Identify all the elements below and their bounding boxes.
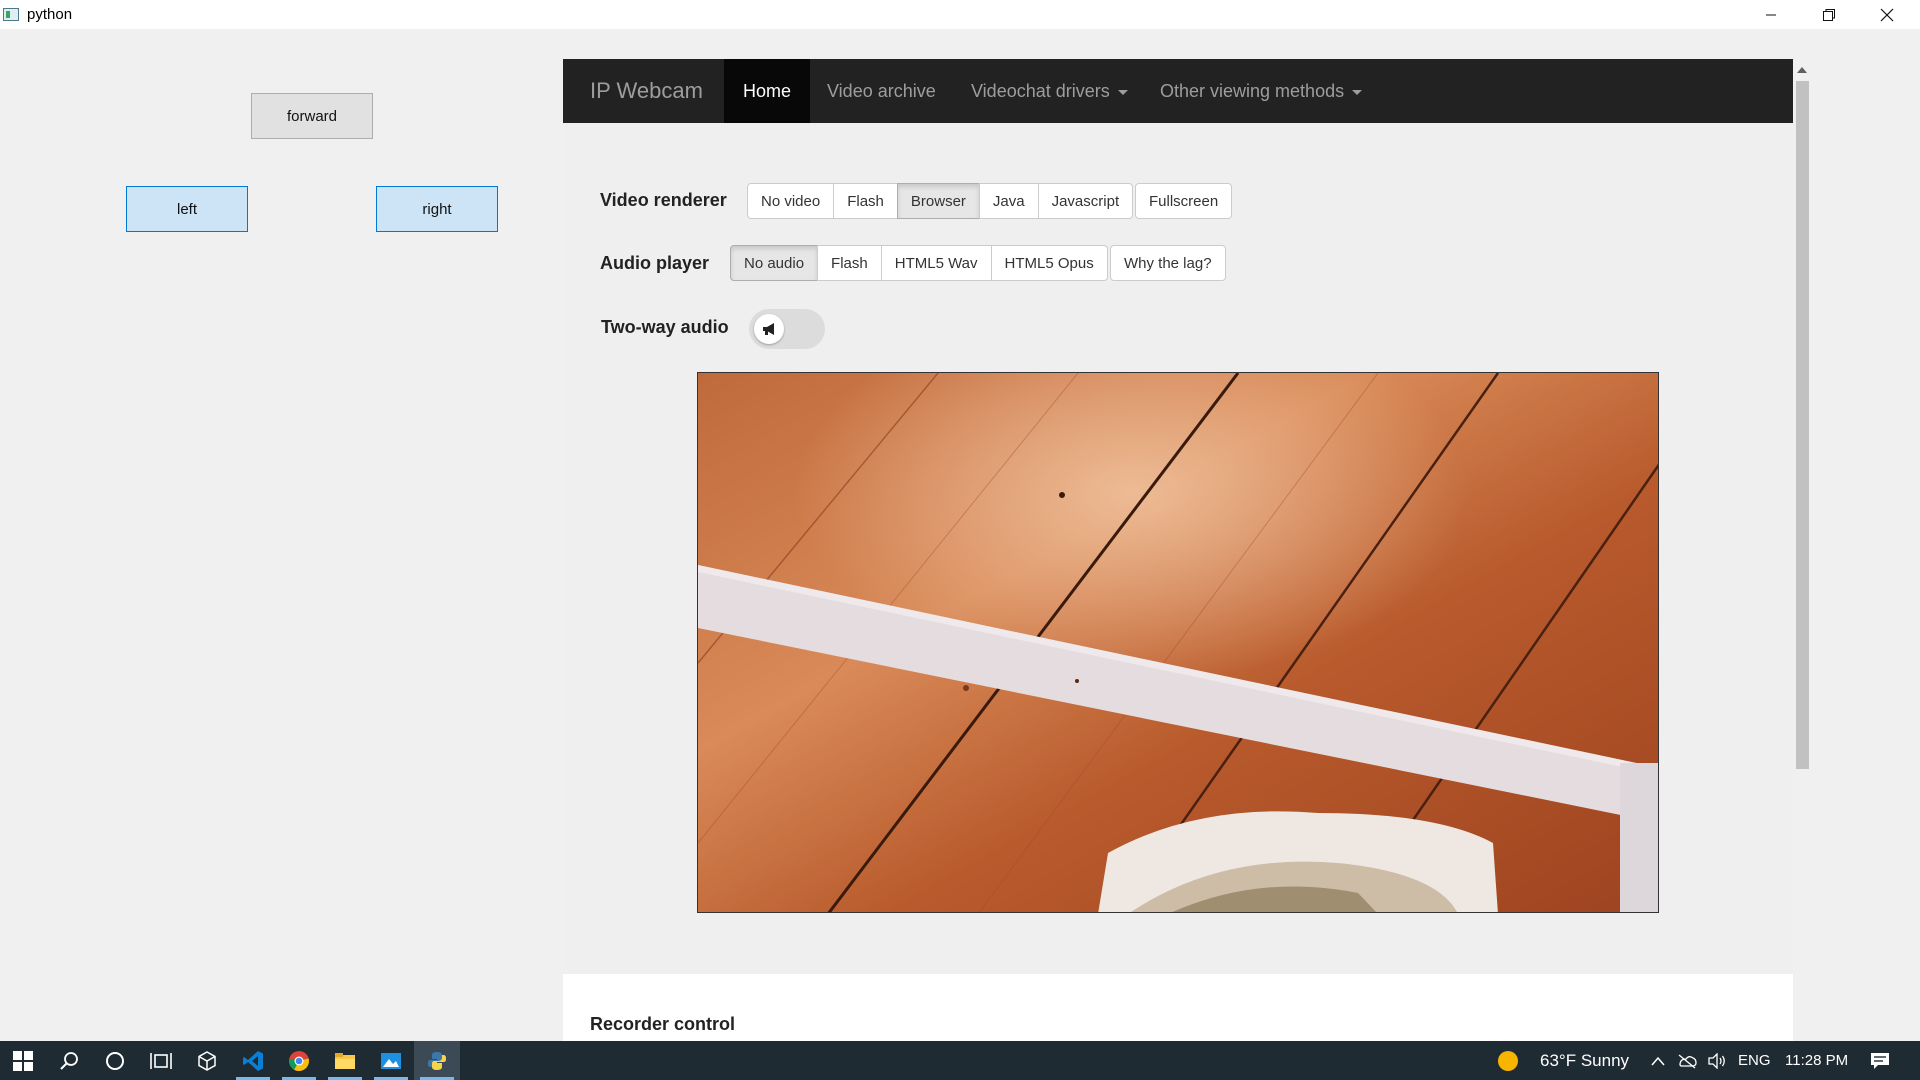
window-title-bar: python <box>0 0 1920 29</box>
cortana-button[interactable] <box>92 1041 138 1080</box>
audio-player-label: Audio player <box>600 253 710 273</box>
megaphone-icon <box>763 323 774 335</box>
photos-button[interactable] <box>368 1041 414 1080</box>
nav-videochat-drivers[interactable]: Videochat drivers <box>952 59 1147 123</box>
weather-text[interactable]: 63°F Sunny <box>1540 1041 1629 1080</box>
scroll-up-arrow-icon[interactable] <box>1797 67 1807 73</box>
photos-icon <box>381 1052 401 1069</box>
chevron-up-icon <box>1651 1056 1665 1065</box>
scrollbar-thumb[interactable] <box>1796 81 1809 769</box>
nav-other-viewing-methods-label: Other viewing methods <box>1160 80 1345 101</box>
right-button[interactable]: right <box>376 186 498 232</box>
chevron-down-icon <box>1352 90 1363 95</box>
minimize-button[interactable] <box>1742 0 1800 29</box>
windows-start-button[interactable] <box>0 1041 46 1080</box>
nav-video-archive-label: Video archive <box>827 80 936 101</box>
renderer-browser-button[interactable]: Browser <box>896 183 980 219</box>
toggle-knob <box>754 314 784 344</box>
webcam-web-view: IP Webcam Home Video archive Videochat d… <box>563 59 1793 1041</box>
file-explorer-icon <box>335 1052 355 1069</box>
app-window-icon <box>3 8 19 21</box>
network-offline-icon <box>1678 1053 1697 1069</box>
notification-icon <box>1871 1052 1889 1069</box>
video-frame-image <box>698 373 1658 912</box>
task-view-icon <box>150 1052 172 1069</box>
python-icon <box>428 1051 446 1070</box>
vscode-button[interactable] <box>230 1041 276 1080</box>
renderer-flash-button[interactable]: Flash <box>833 183 898 219</box>
show-hidden-icons-button[interactable] <box>1644 1041 1672 1080</box>
chevron-down-icon <box>1117 90 1128 95</box>
nav-home[interactable]: Home <box>724 59 811 123</box>
nav-video-archive[interactable]: Video archive <box>808 59 955 123</box>
renderer-javascript-button[interactable]: Javascript <box>1037 183 1134 219</box>
fullscreen-button[interactable]: Fullscreen <box>1135 183 1233 219</box>
nav-other-viewing-methods[interactable]: Other viewing methods <box>1141 59 1381 123</box>
action-center-button[interactable] <box>1858 1041 1902 1080</box>
network-button[interactable] <box>1672 1041 1702 1080</box>
two-way-audio-label: Two-way audio <box>601 317 729 337</box>
input-language[interactable]: ENG <box>1738 1041 1771 1080</box>
weather-button[interactable] <box>1490 1041 1526 1080</box>
why-the-lag-button[interactable]: Why the lag? <box>1110 245 1226 281</box>
restore-button[interactable] <box>1800 0 1858 29</box>
windows-start-icon <box>13 1050 33 1071</box>
forward-button[interactable]: forward <box>251 93 373 139</box>
python-button[interactable] <box>414 1041 460 1080</box>
navbar: IP Webcam Home Video archive Videochat d… <box>563 59 1793 123</box>
clock-time[interactable]: 11:28 PM <box>1785 1041 1848 1080</box>
taskbar-search-button[interactable] <box>46 1041 92 1080</box>
chrome-button[interactable] <box>276 1041 322 1080</box>
renderer-java-button[interactable]: Java <box>978 183 1039 219</box>
file-explorer-button[interactable] <box>322 1041 368 1080</box>
3d-viewer-icon <box>198 1050 216 1071</box>
web-view-scrollbar[interactable] <box>1793 59 1811 1041</box>
audio-html5-wav-button[interactable]: HTML5 Wav <box>880 245 992 281</box>
video-feed[interactable] <box>697 372 1659 913</box>
recorder-panel: Recorder control <box>563 974 1793 1041</box>
sun-icon <box>1498 1050 1518 1071</box>
renderer-no-video-button[interactable]: No video <box>747 183 835 219</box>
video-renderer-label: Video renderer <box>600 190 727 210</box>
left-button[interactable]: left <box>126 186 248 232</box>
audio-flash-button[interactable]: Flash <box>817 245 882 281</box>
volume-button[interactable] <box>1702 1041 1732 1080</box>
vscode-icon <box>243 1050 263 1071</box>
restore-icon <box>1823 8 1835 21</box>
minimize-icon <box>1766 14 1776 15</box>
nav-videochat-drivers-label: Videochat drivers <box>971 80 1110 101</box>
taskbar: 63°F Sunny ENG 11:28 PM <box>0 1041 1920 1080</box>
close-icon <box>1880 8 1894 21</box>
navbar-brand[interactable]: IP Webcam <box>590 78 703 104</box>
recorder-title: Recorder control <box>590 1014 736 1034</box>
close-button[interactable] <box>1858 0 1916 29</box>
volume-icon <box>1708 1052 1725 1069</box>
audio-no-audio-button[interactable]: No audio <box>730 245 819 281</box>
3d-viewer-button[interactable] <box>184 1041 230 1080</box>
cortana-icon <box>106 1051 124 1070</box>
audio-html5-opus-button[interactable]: HTML5 Opus <box>990 245 1108 281</box>
task-view-button[interactable] <box>138 1041 184 1080</box>
video-renderer-group: No video Flash Browser Java Javascript <box>747 183 1134 219</box>
audio-player-group: No audio Flash HTML5 Wav HTML5 Opus <box>730 245 1108 281</box>
window-title: python <box>27 6 73 23</box>
chrome-icon <box>289 1050 309 1071</box>
two-way-audio-toggle[interactable] <box>749 309 825 349</box>
search-icon <box>60 1051 78 1070</box>
nav-home-label: Home <box>743 80 792 101</box>
